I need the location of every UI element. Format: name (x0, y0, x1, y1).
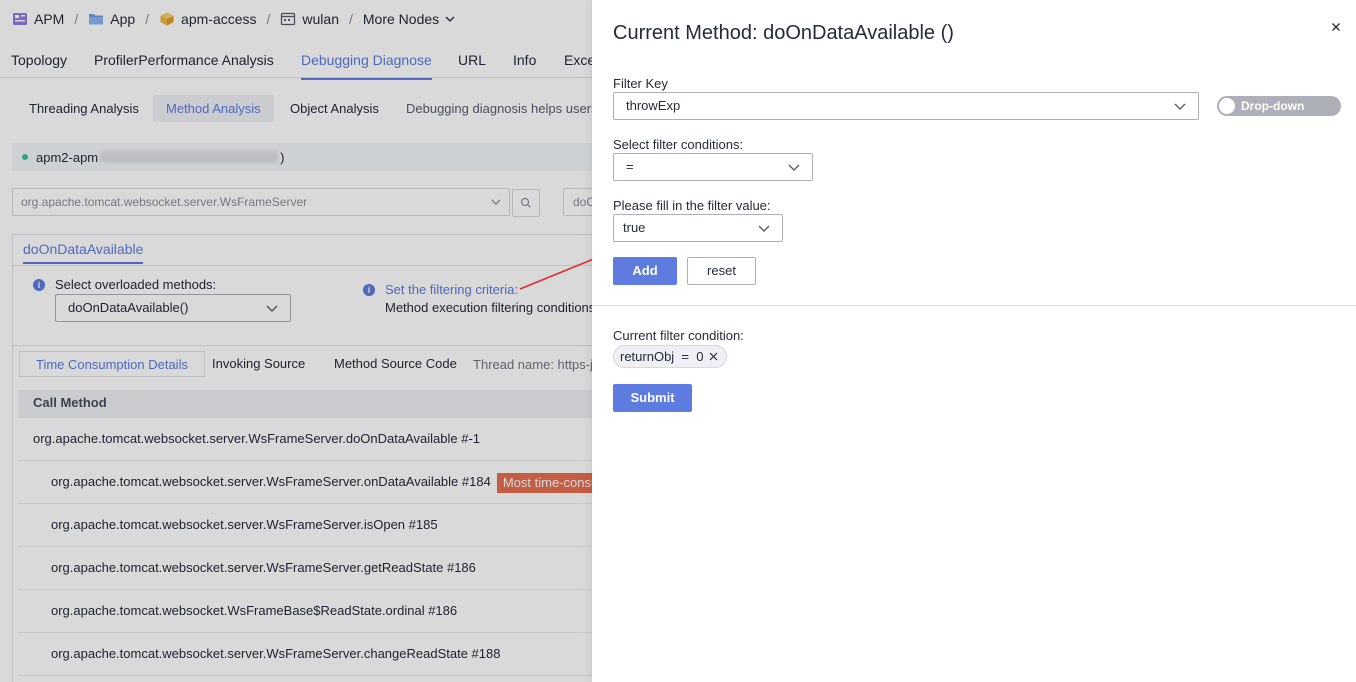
current-filter-label: Current filter condition: (613, 328, 744, 343)
remove-icon[interactable] (709, 352, 718, 361)
filter-condition-tag: returnObj = 0 (613, 345, 728, 368)
close-icon[interactable] (1328, 19, 1344, 35)
filter-key-select[interactable]: throwExp (613, 92, 1199, 120)
filter-key-value: throwExp (626, 98, 681, 113)
drawer-title: Current Method: doOnDataAvailable () (613, 22, 954, 44)
reset-button[interactable]: reset (687, 257, 756, 285)
divider (592, 305, 1356, 306)
add-button[interactable]: Add (613, 257, 677, 285)
filter-drawer: Current Method: doOnDataAvailable () Fil… (592, 0, 1356, 682)
filter-key-label: Filter Key (613, 76, 668, 91)
chevron-down-icon (788, 164, 800, 171)
chevron-down-icon (758, 225, 770, 232)
filter-conditions-label: Select filter conditions: (613, 137, 744, 152)
filter-conditions-select[interactable]: = (613, 153, 813, 181)
drop-down-toggle[interactable]: Drop-down (1217, 96, 1341, 116)
chevron-down-icon (1174, 103, 1186, 110)
annotation-arrow (519, 253, 606, 290)
toggle-knob (1219, 98, 1235, 114)
filter-conditions-value: = (626, 159, 634, 174)
filter-value: true (623, 220, 646, 235)
filter-condition-text: returnObj = 0 (620, 349, 704, 364)
toggle-label: Drop-down (1241, 99, 1305, 113)
submit-button[interactable]: Submit (613, 384, 692, 412)
filter-value-select[interactable]: true (613, 214, 783, 242)
filter-value-label: Please fill in the filter value: (613, 198, 771, 213)
